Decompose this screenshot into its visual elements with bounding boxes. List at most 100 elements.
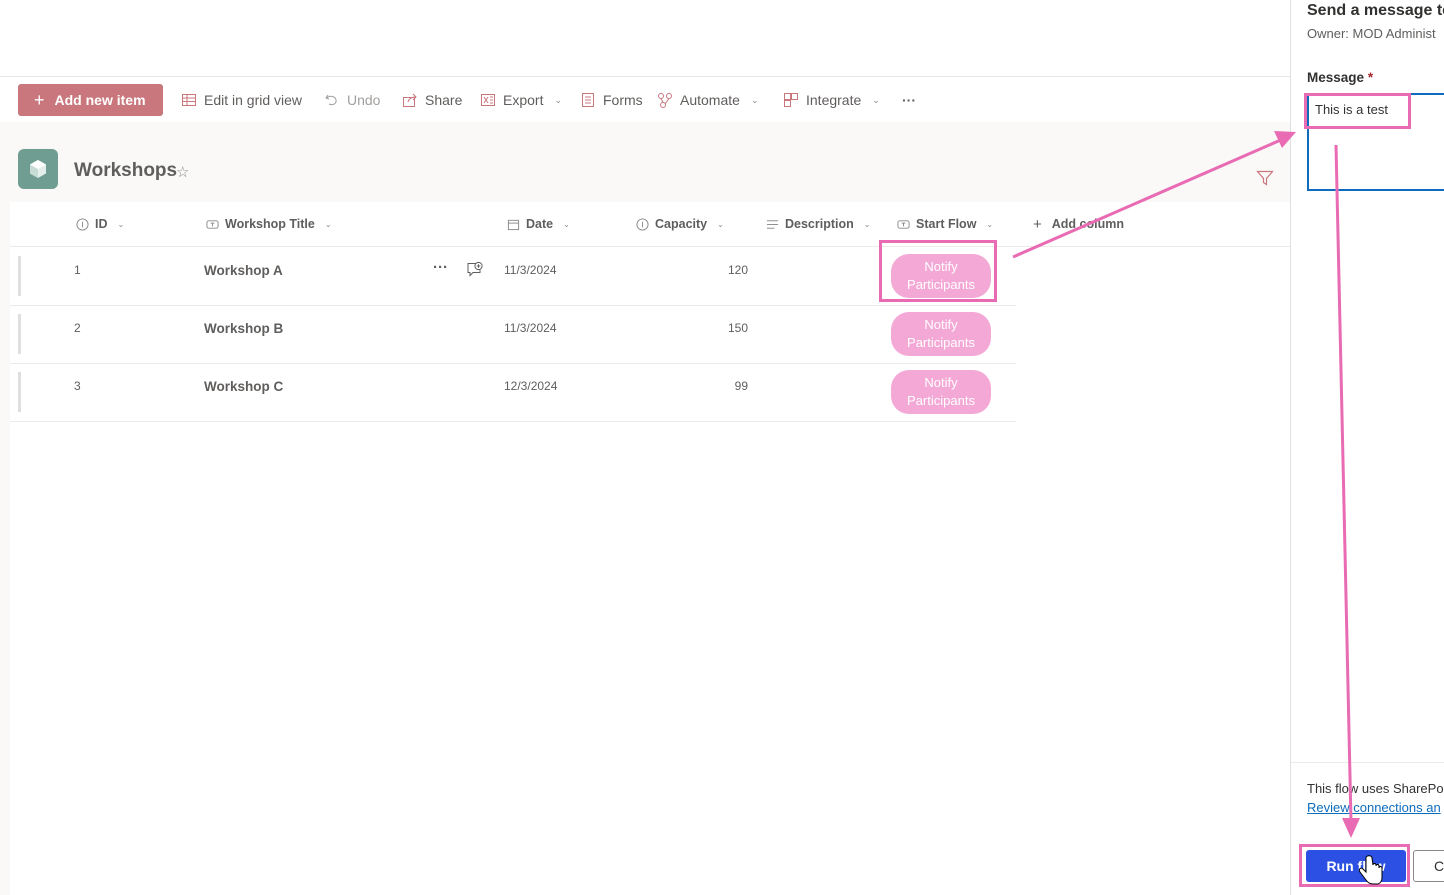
chevron-down-icon: ⌄ [717, 219, 724, 229]
automate-icon [658, 93, 672, 108]
cell-date: 11/3/2024 [504, 321, 557, 335]
chevron-down-icon: ⌄ [563, 219, 570, 229]
edit-grid-button[interactable]: Edit in grid view [181, 84, 302, 116]
connections-note: This flow uses SharePo [1307, 781, 1444, 796]
add-new-item-button[interactable]: + Add new item [18, 84, 163, 116]
add-comment-icon[interactable] [466, 261, 484, 279]
cell-title[interactable]: Workshop B [204, 321, 283, 336]
row-more-icon[interactable]: ··· [433, 259, 448, 276]
column-header-label: Description [785, 217, 854, 231]
chevron-down-icon: ⌄ [554, 94, 563, 105]
top-bar [0, 0, 1290, 76]
required-mark: * [1367, 70, 1374, 85]
cell-date: 11/3/2024 [504, 263, 557, 277]
chevron-down-icon: ⌄ [863, 219, 871, 229]
cell-id: 1 [74, 263, 81, 277]
grid-icon [182, 94, 196, 106]
column-header-label: Start Flow [916, 217, 977, 231]
row-selector[interactable] [18, 372, 21, 412]
run-flow-panel: Send a message to Owner: MOD Administ Me… [1290, 0, 1444, 895]
table-row[interactable]: 3 Workshop C 12/3/2024 99 Notify Particip… [10, 363, 1016, 422]
integrate-button[interactable]: Integrate ⌄ [783, 84, 880, 116]
more-commands-button[interactable]: ··· [902, 84, 916, 116]
column-header-label: Workshop Title [225, 217, 315, 231]
add-column-button[interactable]: + Add column [1033, 202, 1124, 246]
cell-id: 2 [74, 321, 81, 335]
calendar-icon [507, 219, 520, 230]
integrate-icon [784, 93, 798, 107]
page-title: Workshops [74, 160, 178, 181]
chevron-down-icon: ⌄ [324, 219, 332, 229]
cell-capacity: 150 [727, 321, 748, 335]
review-connections-link[interactable]: Review connections an [1307, 800, 1441, 815]
excel-icon [481, 94, 495, 106]
number-icon [636, 217, 649, 231]
plus-icon: + [1033, 215, 1042, 233]
cell-title[interactable]: Workshop A [204, 263, 283, 278]
share-label: Share [425, 92, 463, 108]
list-grid: ID ⌄ Workshop Title ⌄ Date ⌄ Capacity ⌄ … [10, 202, 1290, 895]
column-header-capacity[interactable]: Capacity ⌄ [636, 202, 724, 246]
button-label-line: Notify [924, 258, 958, 274]
row-selector[interactable] [18, 314, 21, 354]
notify-participants-button[interactable]: Notify Participants [891, 254, 991, 298]
integrate-label: Integrate [806, 92, 862, 108]
column-header-title[interactable]: Workshop Title ⌄ [206, 202, 332, 246]
cell-id: 3 [74, 379, 81, 393]
table-row[interactable]: 1 Workshop A ··· 11/3/2024 120 Notify Par… [10, 247, 1016, 306]
export-button[interactable]: Export ⌄ [480, 84, 562, 116]
cancel-button[interactable]: Ca [1413, 850, 1444, 882]
automate-button[interactable]: Automate ⌄ [657, 84, 758, 116]
text-icon [897, 219, 910, 229]
column-header-date[interactable]: Date ⌄ [507, 202, 570, 246]
panel-owner: Owner: MOD Administ [1307, 26, 1436, 41]
text-icon [206, 219, 219, 229]
cell-capacity: 99 [734, 379, 748, 393]
column-header-label: Date [526, 217, 554, 231]
panel-title: Send a message to [1307, 2, 1444, 19]
number-icon [76, 217, 89, 231]
button-label-line: Participants [907, 393, 975, 408]
cell-capacity: 120 [727, 263, 748, 277]
forms-button[interactable]: Forms [580, 84, 643, 116]
chevron-down-icon: ⌄ [986, 219, 994, 229]
column-header-start-flow[interactable]: Start Flow ⌄ [897, 202, 993, 246]
edit-grid-label: Edit in grid view [204, 92, 303, 108]
button-label-line: Participants [907, 335, 975, 350]
forms-label: Forms [603, 92, 643, 108]
message-label-text: Message [1307, 70, 1365, 85]
list-header: Workshops ☆ [0, 122, 1290, 202]
table-row[interactable]: 2 Workshop B 11/3/2024 150 Notify Partici… [10, 305, 1016, 364]
row-selector[interactable] [18, 256, 21, 296]
undo-icon [325, 94, 337, 106]
share-icon [403, 93, 417, 107]
favorite-star-icon[interactable]: ☆ [176, 163, 189, 181]
run-flow-button[interactable]: Run flow [1306, 850, 1406, 882]
chevron-down-icon: ⌄ [750, 94, 759, 105]
notify-participants-button[interactable]: Notify Participants [891, 312, 991, 356]
column-header-id[interactable]: ID ⌄ [76, 202, 124, 246]
undo-label: Undo [347, 92, 381, 108]
automate-label: Automate [680, 92, 740, 108]
panel-footer-divider [1291, 762, 1444, 763]
cell-date: 12/3/2024 [504, 379, 558, 393]
notify-participants-button[interactable]: Notify Participants [891, 370, 991, 414]
share-button[interactable]: Share [402, 84, 462, 116]
list-logo-icon [18, 149, 58, 189]
message-input-value: This is a test [1315, 102, 1388, 117]
column-header-label: ID [95, 217, 108, 231]
column-header-description[interactable]: Description ⌄ [766, 202, 870, 246]
chevron-down-icon: ⌄ [872, 94, 880, 105]
button-label-line: Notify [924, 374, 958, 390]
column-header-label: Capacity [655, 217, 708, 231]
filter-icon[interactable] [1256, 170, 1274, 186]
command-bar: + Add new item Edit in grid view Undo Sh… [0, 76, 1290, 123]
undo-button[interactable]: Undo [324, 84, 380, 116]
message-label: Message * [1307, 70, 1373, 85]
add-new-item-label: Add new item [54, 92, 146, 108]
cell-title[interactable]: Workshop C [204, 379, 283, 394]
more-icon: ··· [902, 92, 916, 108]
add-column-label: Add column [1051, 217, 1124, 231]
button-label-line: Notify [924, 316, 958, 332]
list-view: + Add new item Edit in grid view Undo Sh… [0, 0, 1290, 895]
